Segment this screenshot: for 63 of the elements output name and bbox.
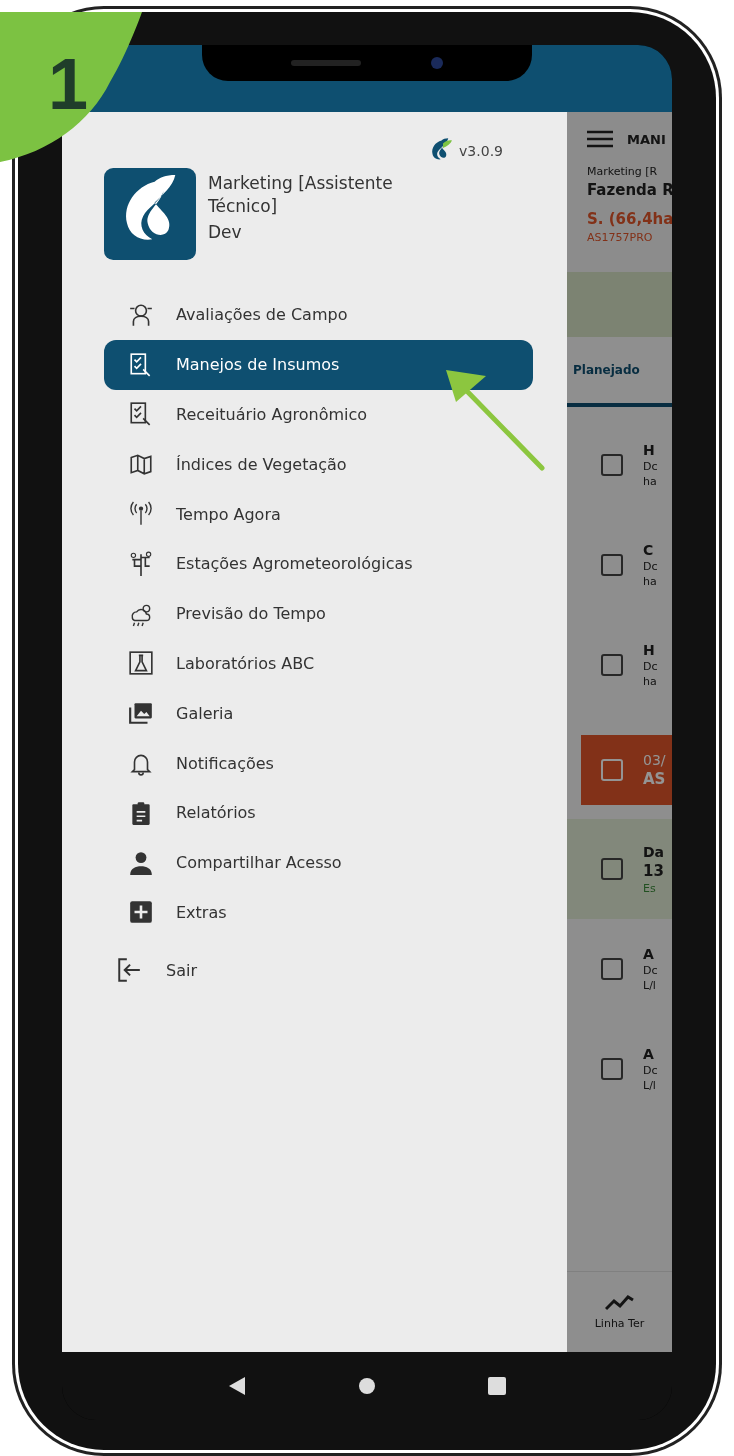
- row-text: L/l: [643, 1079, 657, 1092]
- menu-item[interactable]: Laboratórios ABC: [104, 638, 533, 689]
- menu-item[interactable]: Compartilhar Acesso: [104, 837, 533, 888]
- menu-item[interactable]: Índices de Vegetação: [104, 439, 533, 490]
- row-text: ha: [643, 475, 658, 488]
- row-title: A: [643, 946, 655, 962]
- checkbox[interactable]: [601, 454, 623, 476]
- version-label: v3.0.9: [459, 143, 503, 159]
- menu-item[interactable]: Estações Agrometeorológicas: [104, 539, 533, 589]
- menu-item[interactable]: Relatórios: [104, 787, 533, 838]
- screen-title: MANI: [627, 131, 666, 147]
- menu-item[interactable]: Tempo Agora: [104, 489, 533, 539]
- menu-icon[interactable]: [587, 130, 613, 148]
- row-title: Da: [643, 843, 665, 860]
- logout-button[interactable]: Sair: [104, 945, 533, 996]
- tab[interactable]: Planejado: [573, 363, 640, 377]
- checkbox[interactable]: [601, 958, 623, 980]
- row-text: ha: [643, 675, 658, 688]
- checkbox[interactable]: [601, 654, 623, 676]
- row-title: C: [643, 542, 655, 558]
- bottom-tab-label[interactable]: Linha Ter: [594, 1316, 645, 1330]
- home-icon[interactable]: [359, 1378, 375, 1394]
- plus-square-icon: [128, 899, 154, 926]
- person-icon: [128, 849, 154, 876]
- trend-line-icon: [604, 1294, 635, 1311]
- row-text: Dc: [643, 964, 658, 977]
- row-title: H: [643, 642, 656, 658]
- row-text: Dc: [643, 460, 658, 473]
- row-title: A: [643, 1046, 655, 1062]
- antenna-icon: [128, 501, 154, 528]
- gallery-icon: [128, 700, 154, 727]
- row-text: ha: [643, 575, 658, 588]
- menu-item[interactable]: Notificações: [104, 738, 533, 788]
- app-logo-icon: [104, 168, 196, 260]
- row-title: 03/: [643, 752, 666, 768]
- exit-icon: [116, 957, 142, 984]
- row-text: Es: [643, 881, 657, 895]
- menu-item[interactable]: Galeria: [104, 688, 533, 739]
- checkbox[interactable]: [601, 554, 623, 576]
- field-code: AS1757PRO: [587, 231, 654, 244]
- row-text: Dc: [643, 1064, 658, 1077]
- row-text: Dc: [643, 660, 658, 673]
- recents-icon[interactable]: [487, 1377, 506, 1395]
- weather-station-icon: [128, 550, 154, 577]
- row-title: H: [643, 442, 656, 458]
- step-number: 1: [48, 48, 89, 120]
- checkbox[interactable]: [601, 858, 623, 880]
- environment-label: Dev: [208, 222, 243, 242]
- lab-flask-icon: [128, 650, 154, 677]
- menu-item[interactable]: Manejos de Insumos: [104, 339, 533, 390]
- row-text: 13: [643, 861, 665, 880]
- user-label: Marketing [R: [587, 165, 659, 178]
- row-text: Dc: [643, 560, 658, 573]
- field-label: S. (66,4ha: [587, 210, 672, 228]
- checkbox[interactable]: [601, 1058, 623, 1080]
- user-name: Marketing [Assistente Técnico]: [208, 172, 394, 218]
- row-text: L/l: [643, 979, 657, 992]
- back-icon[interactable]: [228, 1376, 247, 1396]
- row-text: AS: [643, 770, 666, 788]
- menu-item[interactable]: Avaliações de Campo: [104, 290, 533, 340]
- menu-item[interactable]: Receituário Agronômico: [104, 389, 533, 440]
- menu-item[interactable]: Extras: [104, 887, 533, 938]
- menu-item[interactable]: Previsão do Tempo: [104, 588, 533, 639]
